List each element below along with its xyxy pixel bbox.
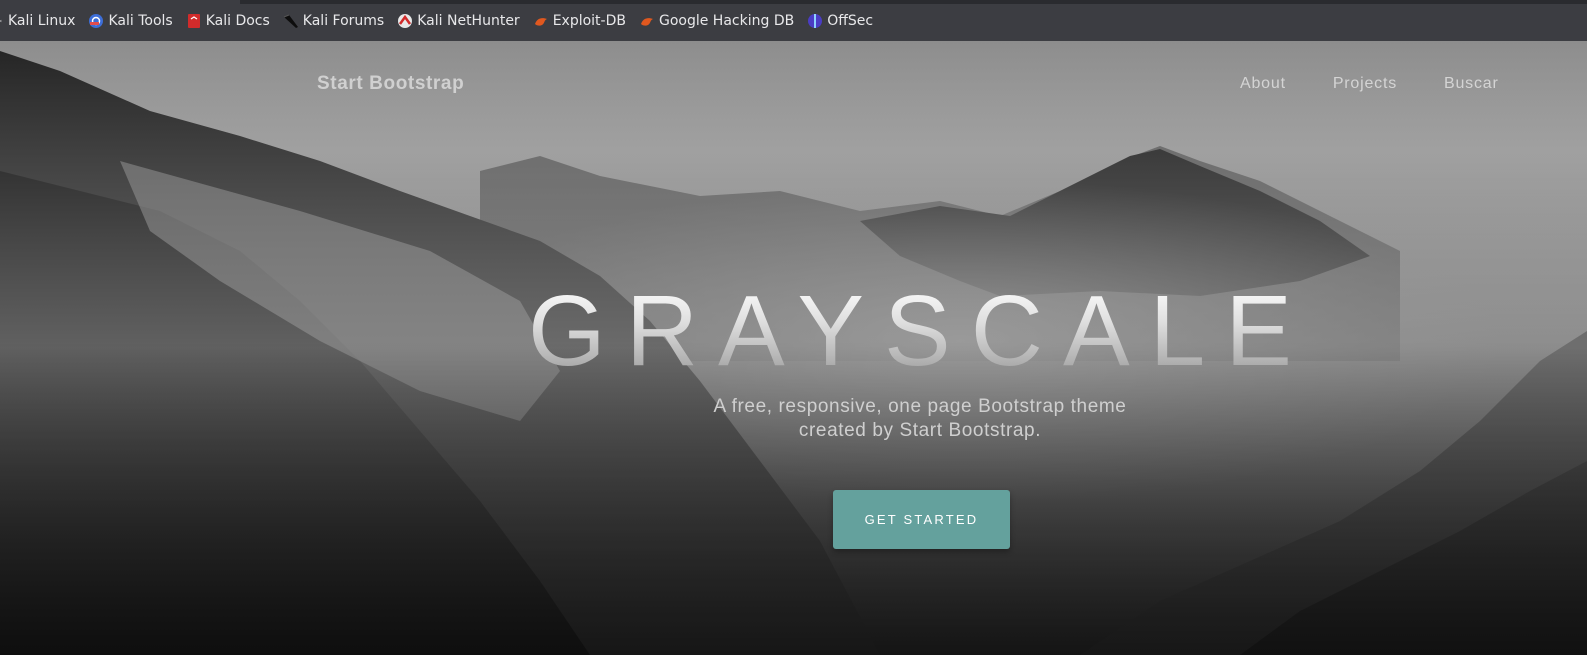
- hero-subtitle: A free, responsive, one page Bootstrap t…: [620, 395, 1220, 443]
- bookmark-label: Kali Linux: [8, 12, 76, 29]
- kali-dragon-icon: [0, 13, 5, 29]
- hero-section: Start Bootstrap About Projects Buscar GR…: [0, 41, 1587, 655]
- hero-title: GRAYSCALE: [0, 281, 1587, 381]
- bookmark-label: Exploit-DB: [552, 12, 626, 29]
- offsec-icon: [807, 13, 823, 29]
- kali-tools-icon: [88, 13, 104, 29]
- kali-docs-icon: [186, 13, 202, 29]
- bookmark-kali-tools[interactable]: Kali Tools: [88, 12, 173, 29]
- hero-subtitle-line-1: A free, responsive, one page Bootstrap t…: [713, 396, 1127, 417]
- bookmarks-bar: Kali Linux Kali Tools Kali Docs Kali For…: [0, 0, 1587, 41]
- bookmark-kali-nethunter[interactable]: Kali NetHunter: [397, 12, 520, 29]
- bookmark-kali-docs[interactable]: Kali Docs: [186, 13, 270, 29]
- nav-link-buscar[interactable]: Buscar: [1444, 75, 1499, 93]
- bookmark-offsec[interactable]: OffSec: [807, 13, 873, 29]
- navbar-links: About Projects Buscar: [1240, 75, 1499, 93]
- navbar-brand[interactable]: Start Bootstrap: [317, 73, 464, 95]
- kali-nethunter-icon: [397, 13, 413, 29]
- bookmark-google-hacking-db[interactable]: Google Hacking DB: [639, 13, 794, 29]
- bookmark-kali-forums[interactable]: Kali Forums: [283, 13, 384, 29]
- bookmark-label: OffSec: [827, 12, 874, 29]
- get-started-button[interactable]: GET STARTED: [833, 490, 1010, 549]
- kali-forums-icon: [283, 13, 299, 29]
- bookmark-kali-linux[interactable]: Kali Linux: [0, 13, 75, 29]
- bookmark-label: Kali NetHunter: [417, 12, 520, 29]
- hero-subtitle-line-2: created by Start Bootstrap.: [798, 420, 1042, 441]
- exploit-db-icon: [533, 13, 549, 29]
- google-hacking-db-icon: [639, 13, 655, 29]
- bookmark-label: Google Hacking DB: [658, 12, 795, 29]
- bookmark-label: Kali Tools: [108, 12, 173, 29]
- nav-link-about[interactable]: About: [1240, 75, 1286, 93]
- bookmark-exploit-db[interactable]: Exploit-DB: [533, 13, 626, 29]
- bookmark-label: Kali Forums: [302, 12, 385, 29]
- bookmark-label: Kali Docs: [205, 12, 270, 29]
- nav-link-projects[interactable]: Projects: [1333, 75, 1397, 93]
